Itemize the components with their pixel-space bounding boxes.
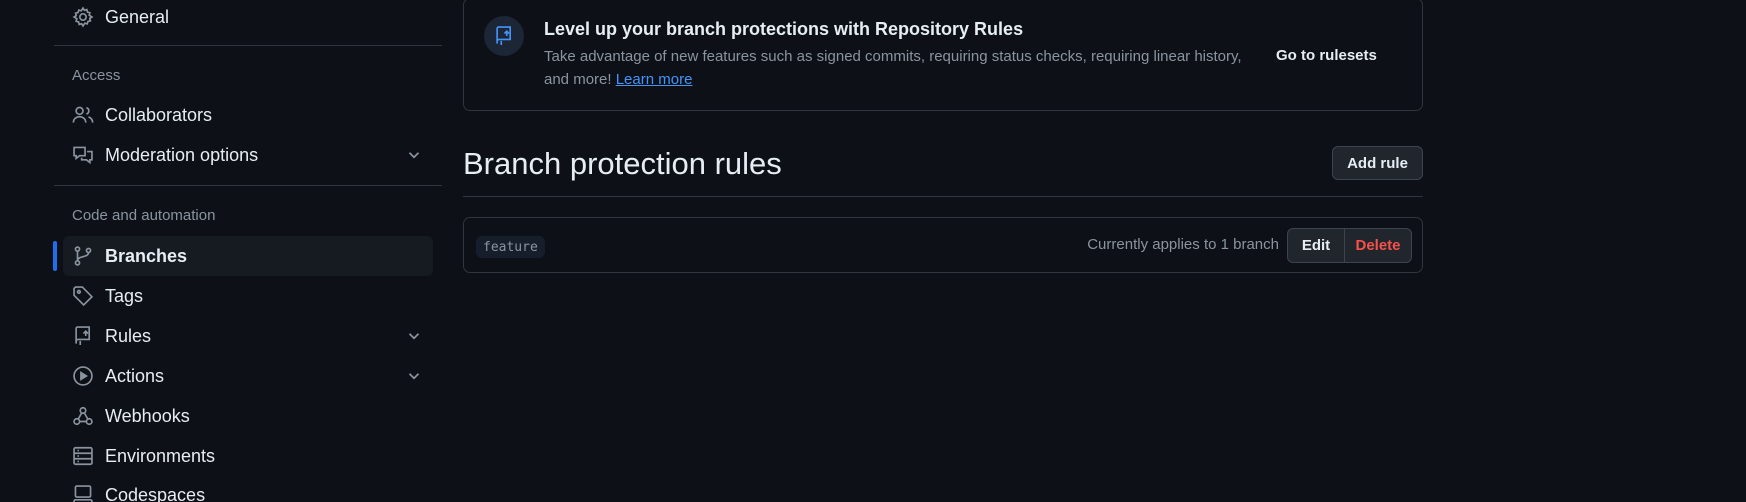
edit-rule-button[interactable]: Edit — [1288, 229, 1345, 262]
banner-title: Level up your branch protections with Re… — [544, 19, 1024, 39]
webhook-icon — [72, 405, 94, 427]
sidebar-item-codespaces[interactable]: Codespaces — [63, 475, 433, 502]
page-title: Branch protection rules — [463, 146, 782, 181]
tag-icon — [72, 285, 94, 307]
sidebar-item-webhooks[interactable]: Webhooks — [63, 396, 433, 436]
banner-description: Take advantage of new features such as s… — [544, 45, 1269, 91]
people-icon — [72, 104, 94, 126]
git-branch-icon — [72, 245, 94, 267]
server-icon — [72, 445, 94, 467]
repository-rules-banner: Level up your branch protections with Re… — [463, 0, 1423, 111]
sidebar-item-label: Rules — [105, 325, 152, 346]
sidebar-item-tags[interactable]: Tags — [63, 276, 433, 316]
add-rule-button[interactable]: Add rule — [1332, 146, 1423, 180]
chevron-down-icon — [408, 333, 420, 340]
sidebar-item-general[interactable]: General — [63, 0, 433, 37]
play-icon — [72, 365, 94, 387]
comment-discussion-icon — [72, 144, 94, 166]
branch-rule-row: feature Currently applies to 1 branch Ed… — [463, 217, 1423, 273]
sidebar-item-branches[interactable]: Branches — [63, 236, 433, 276]
chevron-down-icon — [408, 373, 420, 380]
learn-more-link[interactable]: Learn more — [616, 71, 693, 88]
sidebar-item-label: Moderation options — [105, 144, 259, 165]
sidebar-item-rules[interactable]: Rules — [63, 316, 433, 356]
sidebar-item-actions[interactable]: Actions — [63, 356, 433, 396]
go-to-rulesets-link[interactable]: Go to rulesets — [1276, 47, 1377, 64]
sidebar-divider — [54, 45, 442, 46]
settings-sidebar: General Access Collaborators Moderation … — [53, 0, 442, 502]
sidebar-divider — [54, 185, 442, 186]
sidebar-heading-access: Access — [72, 67, 121, 84]
sidebar-item-label: Environments — [105, 445, 216, 466]
delete-rule-button[interactable]: Delete — [1345, 229, 1411, 262]
repo-push-icon — [72, 325, 94, 347]
rule-applies-text: Currently applies to 1 branch — [1087, 236, 1279, 253]
active-indicator — [53, 241, 57, 271]
sidebar-item-label: Actions — [105, 365, 165, 386]
settings-page: General Access Collaborators Moderation … — [0, 0, 1746, 502]
repo-push-icon — [484, 16, 524, 56]
section-divider — [463, 196, 1423, 197]
sidebar-item-label: Collaborators — [105, 104, 213, 125]
sidebar-item-label: Codespaces — [105, 484, 206, 502]
sidebar-item-environments[interactable]: Environments — [63, 436, 433, 476]
codespaces-icon — [72, 484, 94, 502]
sidebar-item-label: Tags — [105, 285, 144, 306]
sidebar-item-label: Webhooks — [105, 405, 190, 426]
sidebar-item-label: General — [105, 6, 170, 27]
gear-icon — [72, 6, 94, 28]
sidebar-item-collaborators[interactable]: Collaborators — [63, 95, 433, 135]
chevron-down-icon — [408, 152, 420, 159]
rule-actions: Edit Delete — [1287, 228, 1412, 263]
sidebar-item-label: Branches — [105, 245, 188, 266]
sidebar-item-moderation-options[interactable]: Moderation options — [63, 135, 433, 175]
sidebar-heading-code-automation: Code and automation — [72, 207, 216, 224]
branch-pattern: feature — [476, 236, 545, 258]
